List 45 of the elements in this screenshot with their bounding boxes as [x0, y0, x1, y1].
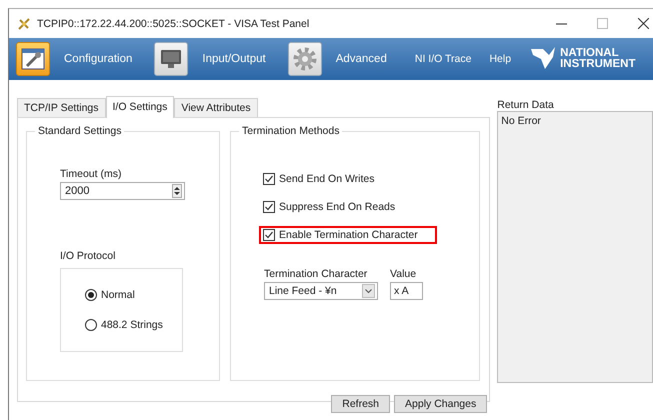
app-icon [17, 16, 31, 30]
logo-text: NATIONAL [560, 48, 620, 59]
radio-label[interactable]: Normal [101, 289, 135, 301]
spinner-arrows-icon[interactable] [172, 184, 182, 198]
toolbar-label[interactable]: Advanced [336, 53, 387, 65]
radio-button[interactable] [85, 289, 97, 301]
toolbar-link[interactable]: Help [489, 53, 512, 65]
monitor-icon [159, 48, 184, 70]
field-label: Termination Character [264, 268, 368, 280]
field-label: I/O Protocol [60, 250, 116, 262]
checkbox-label[interactable]: Send End On Writes [279, 173, 375, 185]
logo-text: INSTRUMENT [560, 59, 636, 70]
field-label: Value [390, 268, 418, 280]
termination-character-dropdown[interactable]: Line Feed - ¥n [264, 282, 378, 300]
checkbox[interactable] [263, 229, 275, 241]
tab[interactable]: TCP/IP Settings [17, 98, 106, 117]
action-button[interactable]: Apply Changes [394, 395, 488, 413]
chevron-down-icon[interactable] [362, 284, 375, 298]
value-field[interactable]: x A [390, 282, 423, 300]
eagle-logo-icon [531, 47, 558, 71]
radio-label[interactable]: 488.2 Strings [101, 319, 163, 331]
timeout-field[interactable]: 2000 [60, 182, 185, 200]
toolbar-label[interactable]: Input/Output [202, 53, 266, 65]
checkbox-label[interactable]: Enable Termination Character [279, 229, 418, 241]
toolbar-label[interactable]: Configuration [64, 53, 132, 65]
toolbar-link[interactable]: NI I/O Trace [414, 53, 472, 65]
toolbar-tile[interactable] [16, 42, 50, 76]
checkbox-label[interactable]: Suppress End On Reads [279, 201, 396, 213]
checkbox[interactable] [263, 173, 275, 185]
group-title: Termination Methods [239, 125, 342, 137]
action-button[interactable]: Refresh [331, 395, 390, 413]
tab[interactable]: View Attributes [174, 98, 258, 117]
toolbar-tile[interactable] [154, 42, 188, 76]
gear-icon [292, 46, 318, 72]
field-label: Timeout (ms) [60, 168, 122, 180]
close-icon[interactable] [638, 18, 649, 29]
return-data-text: No Error [501, 115, 541, 127]
return-data-label: Return Data [497, 99, 555, 111]
radio-button[interactable] [85, 319, 97, 331]
group-title: Standard Settings [35, 125, 124, 137]
tab[interactable]: I/O Settings [106, 96, 174, 118]
settings-window-icon [21, 48, 45, 70]
checkbox[interactable] [263, 201, 275, 213]
window-title: TCPIP0::172.22.44.200::5025::SOCKET - VISA Test Panel [37, 18, 310, 30]
toolbar-tile[interactable] [288, 42, 322, 76]
